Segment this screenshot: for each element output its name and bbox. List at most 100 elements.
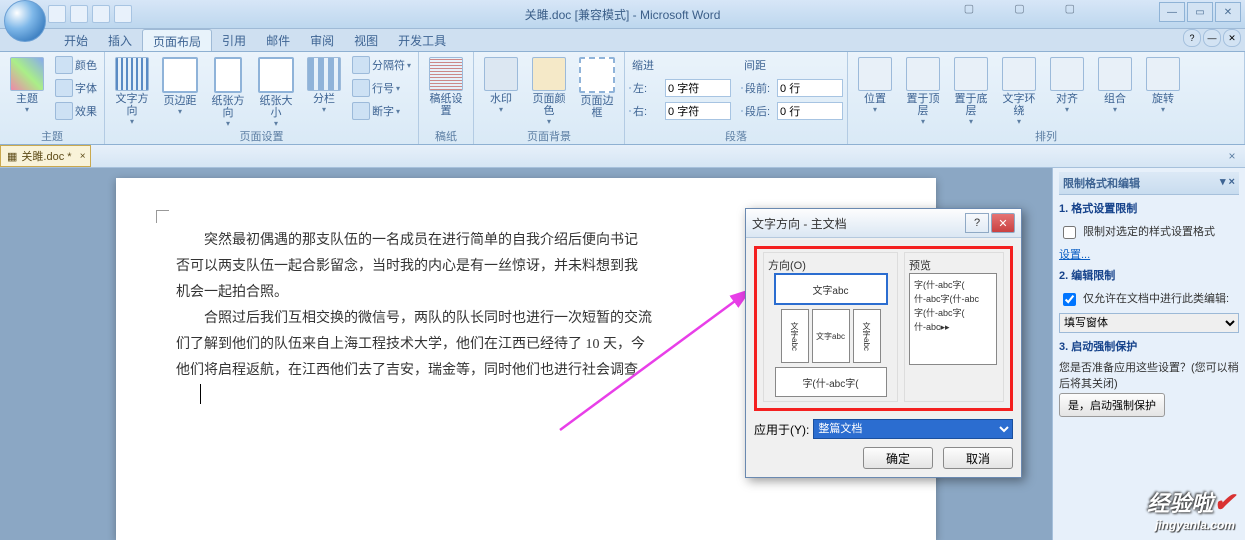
- group-label: 段落: [629, 128, 843, 144]
- text-direction-dialog: 文字方向 - 主文档 ? ✕ 方向(O) 文字abc 文字abc 文字abc 文…: [745, 208, 1022, 478]
- help-icon[interactable]: ?: [1183, 29, 1201, 47]
- applyto-label: 应用于(Y):: [754, 421, 809, 438]
- ribbon-tabs: 开始 插入 页面布局 引用 邮件 审阅 视图 开发工具 ? — ✕: [0, 29, 1245, 52]
- orient-option-vertical-3[interactable]: 文字abc: [853, 309, 881, 363]
- section-heading: 2. 编辑限制: [1059, 264, 1239, 286]
- close-button[interactable]: ✕: [1215, 2, 1241, 22]
- tab-pagelayout[interactable]: 页面布局: [142, 29, 212, 51]
- size-button[interactable]: 纸张大小▾: [253, 54, 299, 131]
- section-heading: 3. 启动强制保护: [1059, 335, 1239, 357]
- tab-view[interactable]: 视图: [344, 29, 388, 51]
- theme-fonts-button[interactable]: 字体: [52, 77, 100, 99]
- maximize-button[interactable]: ▭: [1187, 2, 1213, 22]
- group-label: 页面设置: [109, 128, 414, 144]
- indent-label: 缩进: [629, 54, 731, 76]
- group-pagesetup: 文字方向▾ 页边距▾ 纸张方向▾ 纸张大小▾ 分栏▾ 分隔符▾ 行号▾ 断字▾ …: [105, 52, 419, 144]
- document-tab-bar: ▦ 关雎.doc * × ×: [0, 145, 1245, 168]
- section-heading: 1. 格式设置限制: [1059, 197, 1239, 219]
- bring-front-button[interactable]: 置于顶层▾: [900, 54, 946, 129]
- tab-references[interactable]: 引用: [212, 29, 256, 51]
- hyphenation-button[interactable]: 断字▾: [349, 100, 414, 122]
- start-protection-button[interactable]: 是，启动强制保护: [1059, 393, 1165, 417]
- orientation-legend: 方向(O): [768, 257, 893, 273]
- spacing-after-input[interactable]: [777, 102, 843, 120]
- watermark-button[interactable]: 水印▾: [478, 54, 524, 117]
- theme-effects-button[interactable]: 效果: [52, 100, 100, 122]
- text-cursor: [200, 384, 201, 404]
- tab-close-icon[interactable]: ×: [80, 151, 86, 162]
- ok-button[interactable]: 确定: [863, 447, 933, 469]
- margin-corner-icon: [156, 210, 169, 223]
- themes-button[interactable]: 主题▾: [4, 54, 50, 117]
- window-controls: — ▭ ✕: [1159, 2, 1241, 22]
- group-arrange: 位置▾ 置于顶层▾ 置于底层▾ 文字环绕▾ 对齐▾ 组合▾ 旋转▾ 排列: [848, 52, 1245, 144]
- rotate-button[interactable]: 旋转▾: [1140, 54, 1186, 117]
- ribbon-close-icon[interactable]: ✕: [1223, 29, 1241, 47]
- theme-colors-button[interactable]: 颜色: [52, 54, 100, 76]
- office-button[interactable]: [4, 0, 46, 42]
- tab-bar-close-icon[interactable]: ×: [1223, 147, 1241, 165]
- preview-legend: 预览: [909, 257, 999, 273]
- ribbon: 主题▾ 颜色 字体 效果 主题 文字方向▾ 页边距▾ 纸张方向▾ 纸张大小▾ 分…: [0, 52, 1245, 145]
- text-direction-button[interactable]: 文字方向▾: [109, 54, 155, 129]
- group-label: 主题: [4, 128, 100, 144]
- position-button[interactable]: 位置▾: [852, 54, 898, 117]
- qat-undo-icon[interactable]: [70, 5, 88, 23]
- pagecolor-button[interactable]: 页面颜色▾: [526, 54, 572, 129]
- tab-developer[interactable]: 开发工具: [388, 29, 456, 51]
- tab-home[interactable]: 开始: [54, 29, 98, 51]
- orient-option-horizontal[interactable]: 文字abc: [774, 273, 888, 305]
- group-label: 排列: [852, 128, 1240, 144]
- qat-redo-icon[interactable]: [92, 5, 110, 23]
- window-title: 关雎.doc [兼容模式] - Microsoft Word: [525, 6, 721, 23]
- tab-mailings[interactable]: 邮件: [256, 29, 300, 51]
- indent-left-input[interactable]: [665, 79, 731, 97]
- indent-right-input[interactable]: [665, 102, 731, 120]
- orientation-button[interactable]: 纸张方向▾: [205, 54, 251, 131]
- applyto-select[interactable]: 整篇文档: [813, 419, 1013, 439]
- preview-box: 字(什-abc字( 什-abc字(什-abc 字(什-abc字( 什-abc▸▸: [909, 273, 997, 365]
- pageborders-button[interactable]: 页面边框: [574, 54, 620, 122]
- pane-close-icon[interactable]: ▾ ×: [1220, 175, 1235, 191]
- qat-more-icon[interactable]: [114, 5, 132, 23]
- editing-type-select[interactable]: 填写窗体: [1059, 313, 1239, 333]
- spacing-before-icon: [741, 87, 743, 89]
- document-tab[interactable]: ▦ 关雎.doc * ×: [0, 145, 91, 167]
- linenumbers-button[interactable]: 行号▾: [349, 77, 414, 99]
- restrict-format-checkbox[interactable]: [1063, 226, 1076, 239]
- orient-option-vertical-2[interactable]: 文字abc: [812, 309, 850, 363]
- group-label: 稿纸: [423, 128, 469, 144]
- title-bar: ▢▢▢ 关雎.doc [兼容模式] - Microsoft Word — ▭ ✕: [0, 0, 1245, 29]
- doc-icon: ▦: [7, 150, 17, 163]
- spacing-after-icon: [741, 110, 743, 112]
- protect-msg: 您是否准备应用这些设置？(您可以稍后将其关闭): [1059, 359, 1239, 391]
- align-button[interactable]: 对齐▾: [1044, 54, 1090, 117]
- ribbon-minimize-icon[interactable]: —: [1203, 29, 1221, 47]
- tab-insert[interactable]: 插入: [98, 29, 142, 51]
- margins-button[interactable]: 页边距▾: [157, 54, 203, 119]
- quick-access-toolbar: [48, 5, 132, 23]
- tab-review[interactable]: 审阅: [300, 29, 344, 51]
- send-back-button[interactable]: 置于底层▾: [948, 54, 994, 129]
- restrict-edit-checkbox[interactable]: [1063, 293, 1076, 306]
- gaozhi-button[interactable]: 稿纸设置: [423, 54, 469, 120]
- qat-save-icon[interactable]: [48, 5, 66, 23]
- orient-option-horizontal-2[interactable]: 字(什-abc字(: [775, 367, 887, 397]
- restrict-editing-pane: 限制格式和编辑▾ × 1. 格式设置限制 限制对选定的样式设置格式 设置... …: [1052, 168, 1245, 540]
- indent-left-icon: [629, 87, 631, 89]
- spacing-before-input[interactable]: [777, 79, 843, 97]
- workspace: 突然最初偶遇的那支队伍的一名成员在进行简单的自我介绍后便向书记否可以两支队伍一起…: [0, 168, 1245, 540]
- text-wrap-button[interactable]: 文字环绕▾: [996, 54, 1042, 129]
- columns-button[interactable]: 分栏▾: [301, 54, 347, 117]
- highlight-annotation: 方向(O) 文字abc 文字abc 文字abc 文字abc 字(什-abc字( …: [754, 246, 1013, 411]
- group-pagebg: 水印▾ 页面颜色▾ 页面边框 页面背景: [474, 52, 625, 144]
- group-button[interactable]: 组合▾: [1092, 54, 1138, 117]
- settings-link[interactable]: 设置...: [1059, 246, 1239, 262]
- dialog-close-icon[interactable]: ✕: [991, 213, 1015, 233]
- breaks-button[interactable]: 分隔符▾: [349, 54, 414, 76]
- orient-option-vertical-1[interactable]: 文字abc: [781, 309, 809, 363]
- minimize-button[interactable]: —: [1159, 2, 1185, 22]
- dialog-help-icon[interactable]: ?: [965, 213, 989, 233]
- group-gaozhi: 稿纸设置 稿纸: [419, 52, 474, 144]
- cancel-button[interactable]: 取消: [943, 447, 1013, 469]
